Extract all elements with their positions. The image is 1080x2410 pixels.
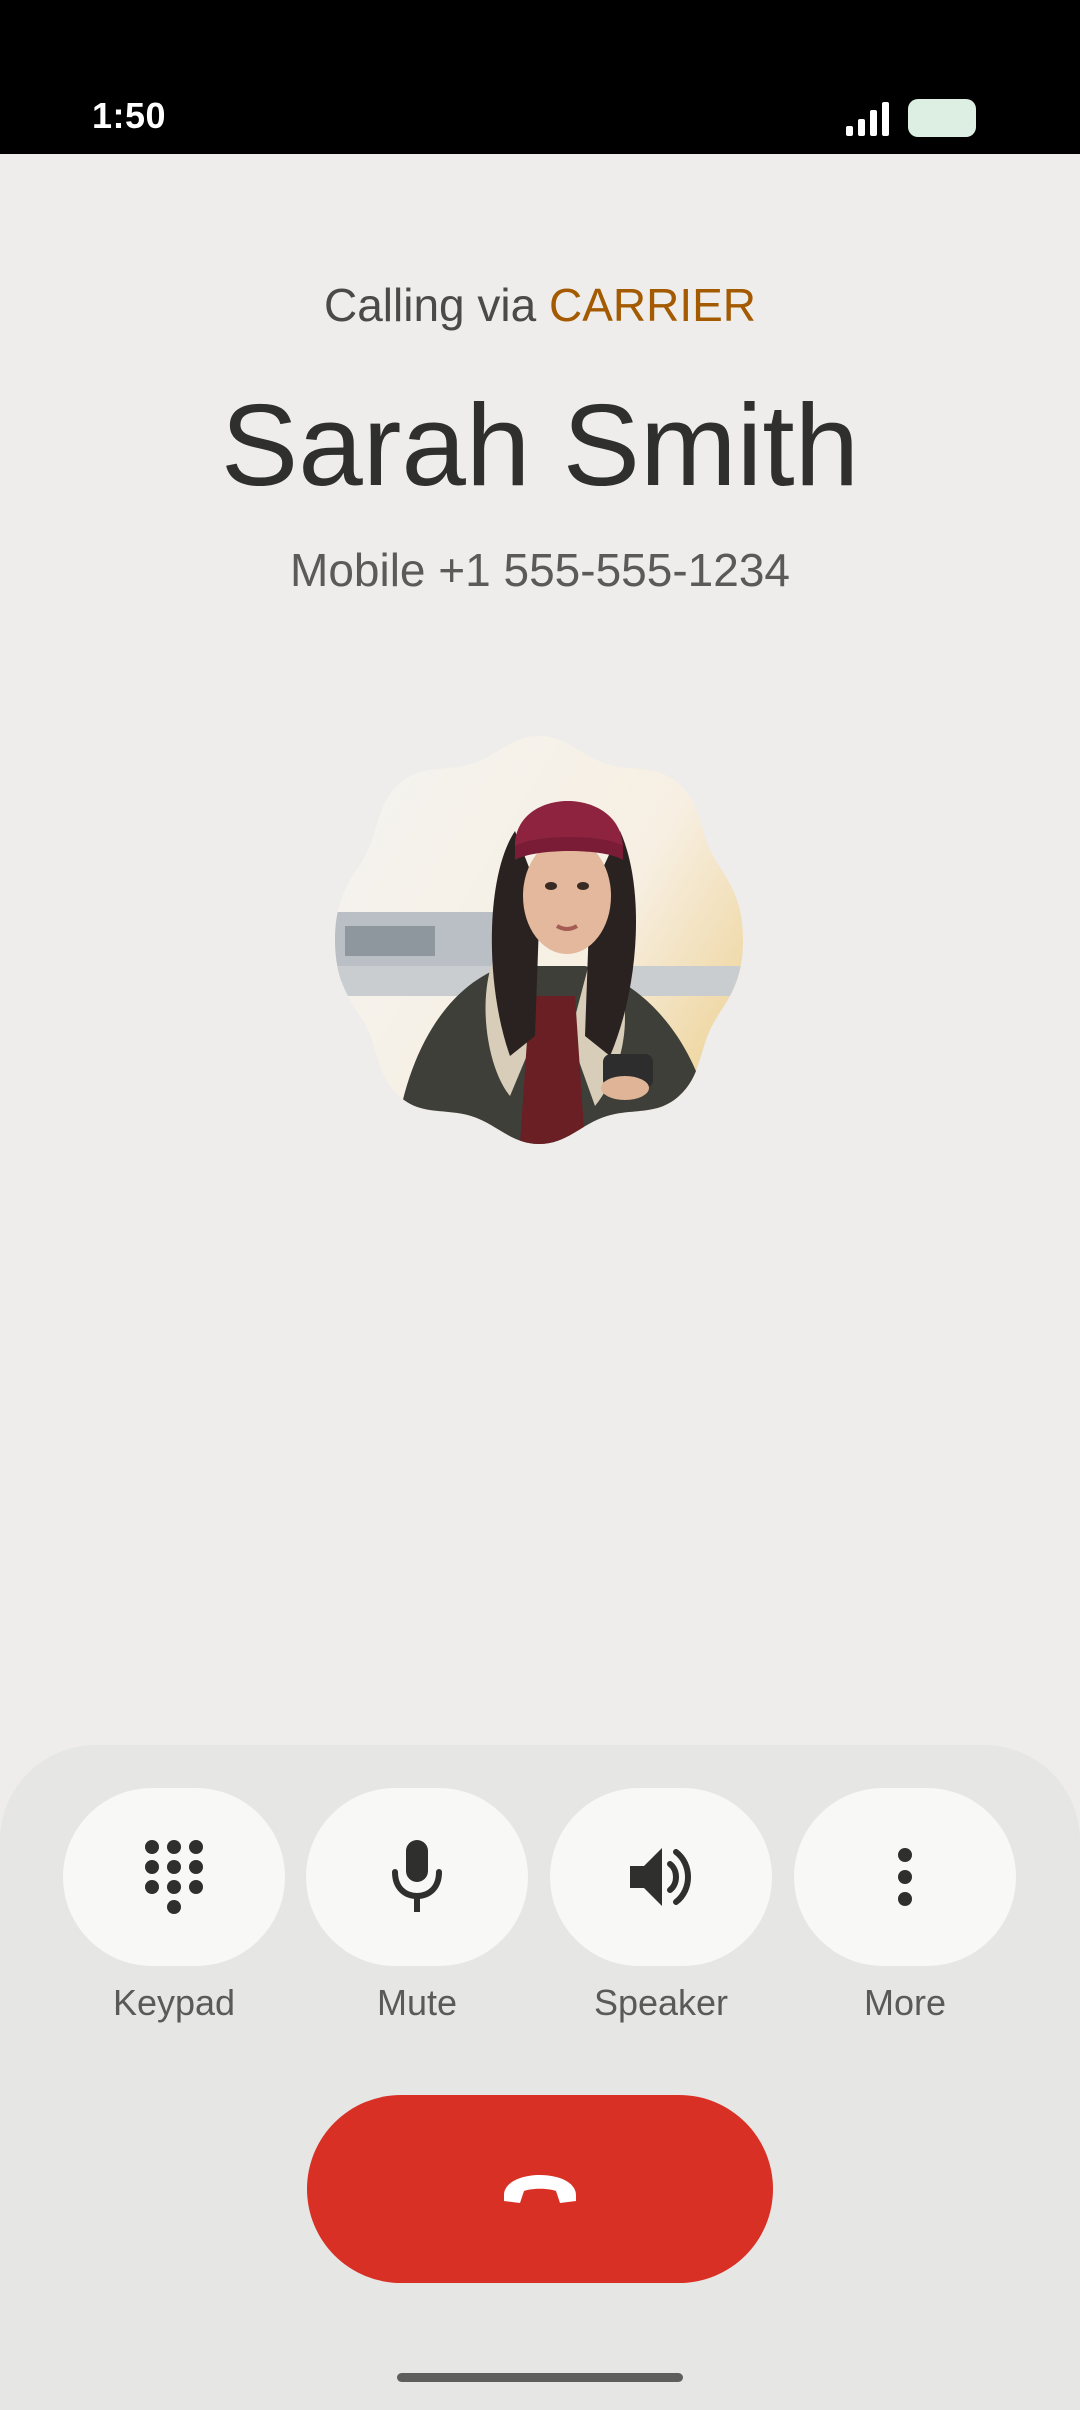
- mute-button[interactable]: [306, 1788, 528, 1966]
- more-vert-icon: [898, 1848, 912, 1906]
- calling-via-line: Calling via CARRIER: [0, 278, 1080, 332]
- more-button[interactable]: [794, 1788, 1016, 1966]
- status-time: 1:50: [92, 95, 167, 136]
- dialpad-icon: [145, 1840, 203, 1914]
- speaker-icon: [630, 1848, 691, 1906]
- mute-label: Mute: [376, 1982, 458, 2023]
- carrier-name: CARRIER: [548, 279, 757, 331]
- keypad-label: Keypad: [112, 1982, 236, 2023]
- speaker-label: Speaker: [593, 1982, 729, 2023]
- signal-icon: [846, 102, 889, 136]
- speaker-button[interactable]: [550, 1788, 772, 1966]
- contact-photo: [335, 736, 743, 1144]
- microphone-icon: [392, 1840, 442, 1912]
- home-indicator[interactable]: [397, 2373, 683, 2382]
- battery-icon: [908, 99, 976, 137]
- contact-phone-detail: Mobile +1 555-555-1234: [290, 544, 790, 596]
- more-action: More: [794, 1788, 1016, 2024]
- keypad-button[interactable]: [63, 1788, 285, 1966]
- status-bar: 1:50: [0, 0, 1080, 154]
- speaker-action: Speaker: [550, 1788, 772, 2024]
- end-call-button[interactable]: [307, 2095, 773, 2283]
- more-label: More: [863, 1982, 947, 2023]
- calling-via-label: Calling via: [323, 279, 549, 331]
- contact-name: Sarah Smith: [220, 380, 860, 510]
- keypad-action: Keypad: [63, 1788, 285, 2024]
- mute-action: Mute: [306, 1788, 528, 2024]
- call-end-icon: [504, 2175, 576, 2203]
